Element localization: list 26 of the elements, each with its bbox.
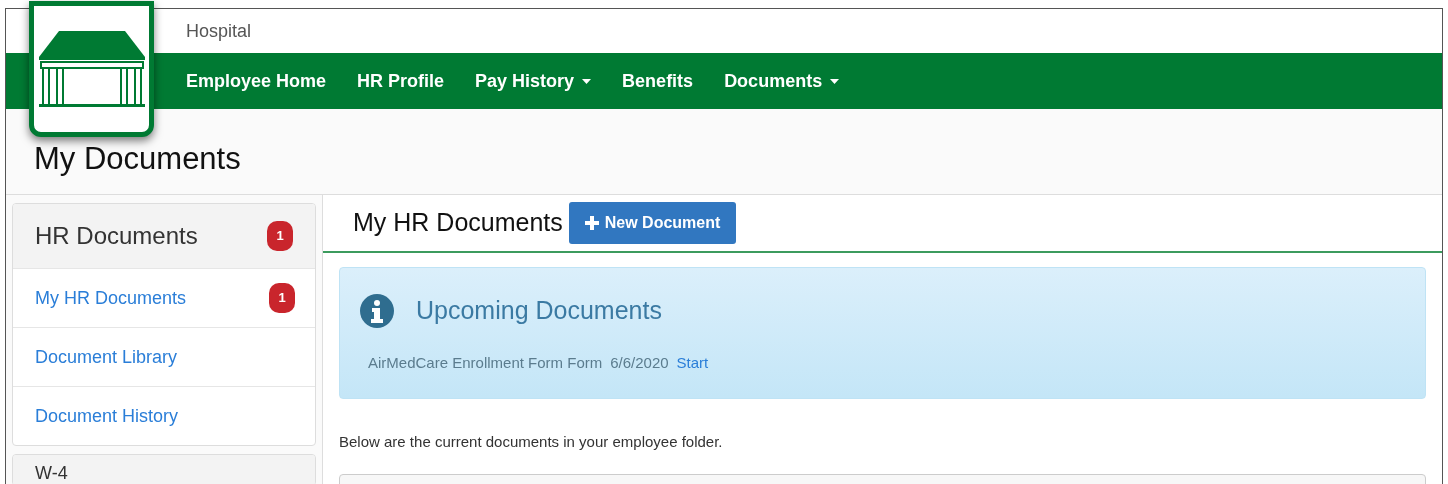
nav-link[interactable]: Pay History [475,67,592,95]
caret-icon [582,78,592,84]
logo-icon[interactable] [29,1,154,137]
organization-name: Hospital [186,19,252,43]
info-icon [360,293,394,328]
nav-link[interactable]: HR Profile [357,67,445,95]
folder-description: Below are the current documents in your employee folder. [339,432,724,452]
alert-title: Upcoming Documents [416,295,662,326]
panel-title: HR Documents [35,221,198,251]
section-title: My HR Documents [353,207,563,239]
panel-title: W-4 [35,463,68,483]
sidebar-link[interactable]: Document History [35,402,179,430]
document-name: AirMedCare Enrollment Form Form [368,352,603,373]
document-date: 6/6/2020 [610,352,669,373]
page-title: My Documents [34,139,241,178]
nav-link[interactable]: Employee Home [186,67,327,95]
count-badge: 1 [269,283,295,313]
count-badge: 1 [267,221,293,251]
sidebar-link[interactable]: My HR Documents [35,284,187,312]
sidebar-link[interactable]: Document Library [35,343,178,371]
new-document-button[interactable]: New Document [568,202,737,244]
nav-link[interactable]: Benefits [622,67,694,95]
nav-link[interactable]: Documents [724,67,840,95]
start-link[interactable]: Start [676,351,709,374]
plus-icon [584,216,599,230]
caret-icon [830,78,840,84]
